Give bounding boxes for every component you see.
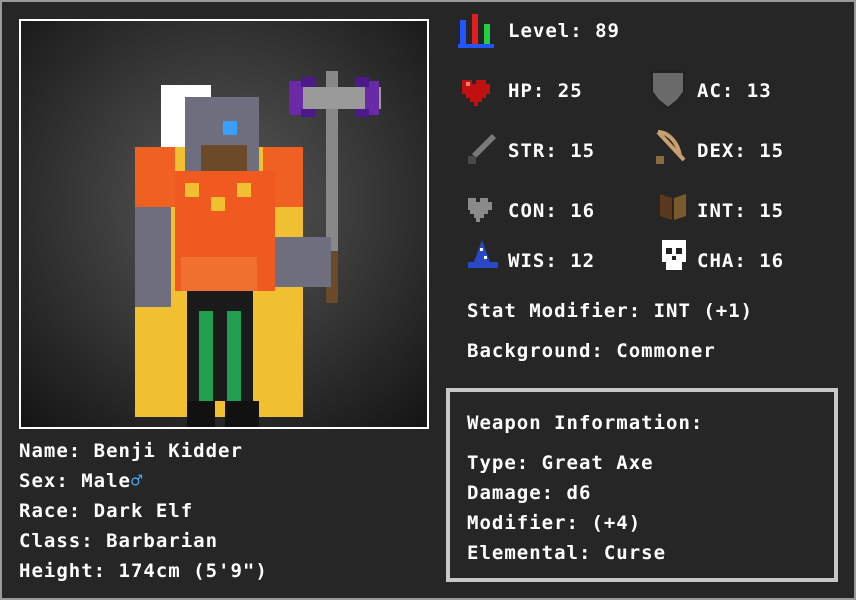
- male-symbol-icon: ♂: [130, 470, 144, 492]
- grey-heart-icon: [468, 198, 492, 222]
- bar-chart-icon: [458, 14, 494, 48]
- weapon-type: Type: Great Axe: [467, 452, 654, 474]
- wizard-hat-icon: [468, 240, 498, 268]
- weapon-modifier: Modifier: (+4): [467, 512, 642, 534]
- character-class: Class: Barbarian: [19, 530, 219, 552]
- weapon-header: Weapon Information:: [467, 412, 704, 434]
- stat-str: STR: 15: [508, 140, 596, 162]
- stat-int: INT: 15: [697, 200, 785, 222]
- background: Background: Commoner: [467, 340, 716, 362]
- level-text: Level: 89: [508, 20, 620, 42]
- shield-icon: [651, 71, 685, 110]
- stat-con: CON: 16: [508, 200, 596, 222]
- stat-dex: DEX: 15: [697, 140, 785, 162]
- weapon-damage: Damage: d6: [467, 482, 592, 504]
- sex-label: Sex: Male: [19, 470, 131, 492]
- book-icon: [660, 194, 686, 220]
- character-sprite: [135, 71, 381, 427]
- stat-ac: AC: 13: [697, 80, 772, 102]
- stat-modifier: Stat Modifier: INT (+1): [467, 300, 754, 322]
- character-sex: Sex: Male♂: [19, 470, 143, 492]
- character-portrait: [19, 19, 429, 429]
- heart-icon: [462, 80, 490, 106]
- stat-hp: HP: 25: [508, 80, 583, 102]
- stat-wis: WIS: 12: [508, 250, 596, 272]
- stat-cha: CHA: 16: [697, 250, 785, 272]
- skull-icon: [662, 240, 686, 270]
- character-height: Height: 174cm (5'9"): [19, 560, 268, 582]
- weapon-elemental: Elemental: Curse: [467, 542, 667, 564]
- sword-icon: [468, 134, 496, 164]
- bow-icon: [656, 130, 686, 164]
- character-race: Race: Dark Elf: [19, 500, 194, 522]
- character-name: Name: Benji Kidder: [19, 440, 243, 462]
- weapon-info-panel: Weapon Information: Type: Great Axe Dama…: [446, 388, 838, 582]
